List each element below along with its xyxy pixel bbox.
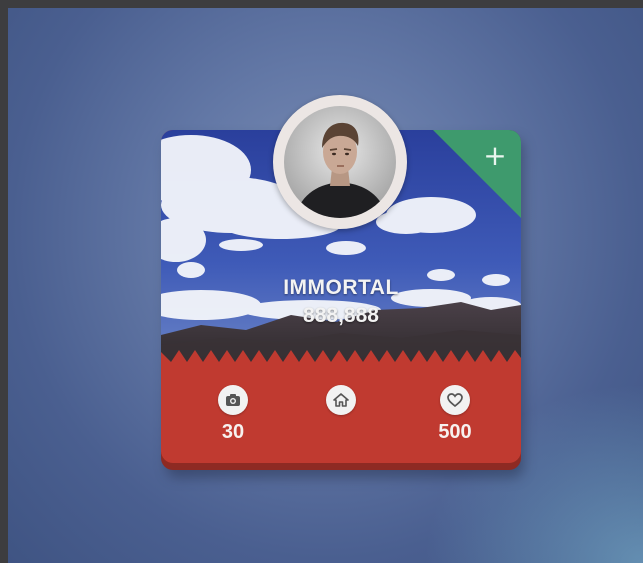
stat-photos[interactable]: 30: [203, 385, 263, 444]
camera-icon[interactable]: [218, 385, 248, 415]
profile-name: IMMORTAL: [283, 276, 399, 299]
profile-score: 888,888: [303, 304, 379, 327]
plus-icon: +: [483, 139, 507, 172]
stat-photos-value: 30: [221, 421, 245, 443]
home-icon[interactable]: [326, 385, 356, 415]
avatar-frame: [273, 95, 407, 229]
add-button[interactable]: +: [433, 130, 521, 218]
stat-home[interactable]: [311, 385, 371, 421]
stat-likes[interactable]: 500: [425, 385, 485, 444]
stat-likes-value: 500: [438, 421, 472, 443]
corner-ribbon: [433, 130, 521, 218]
heart-icon[interactable]: [440, 385, 470, 415]
avatar[interactable]: [284, 106, 396, 218]
